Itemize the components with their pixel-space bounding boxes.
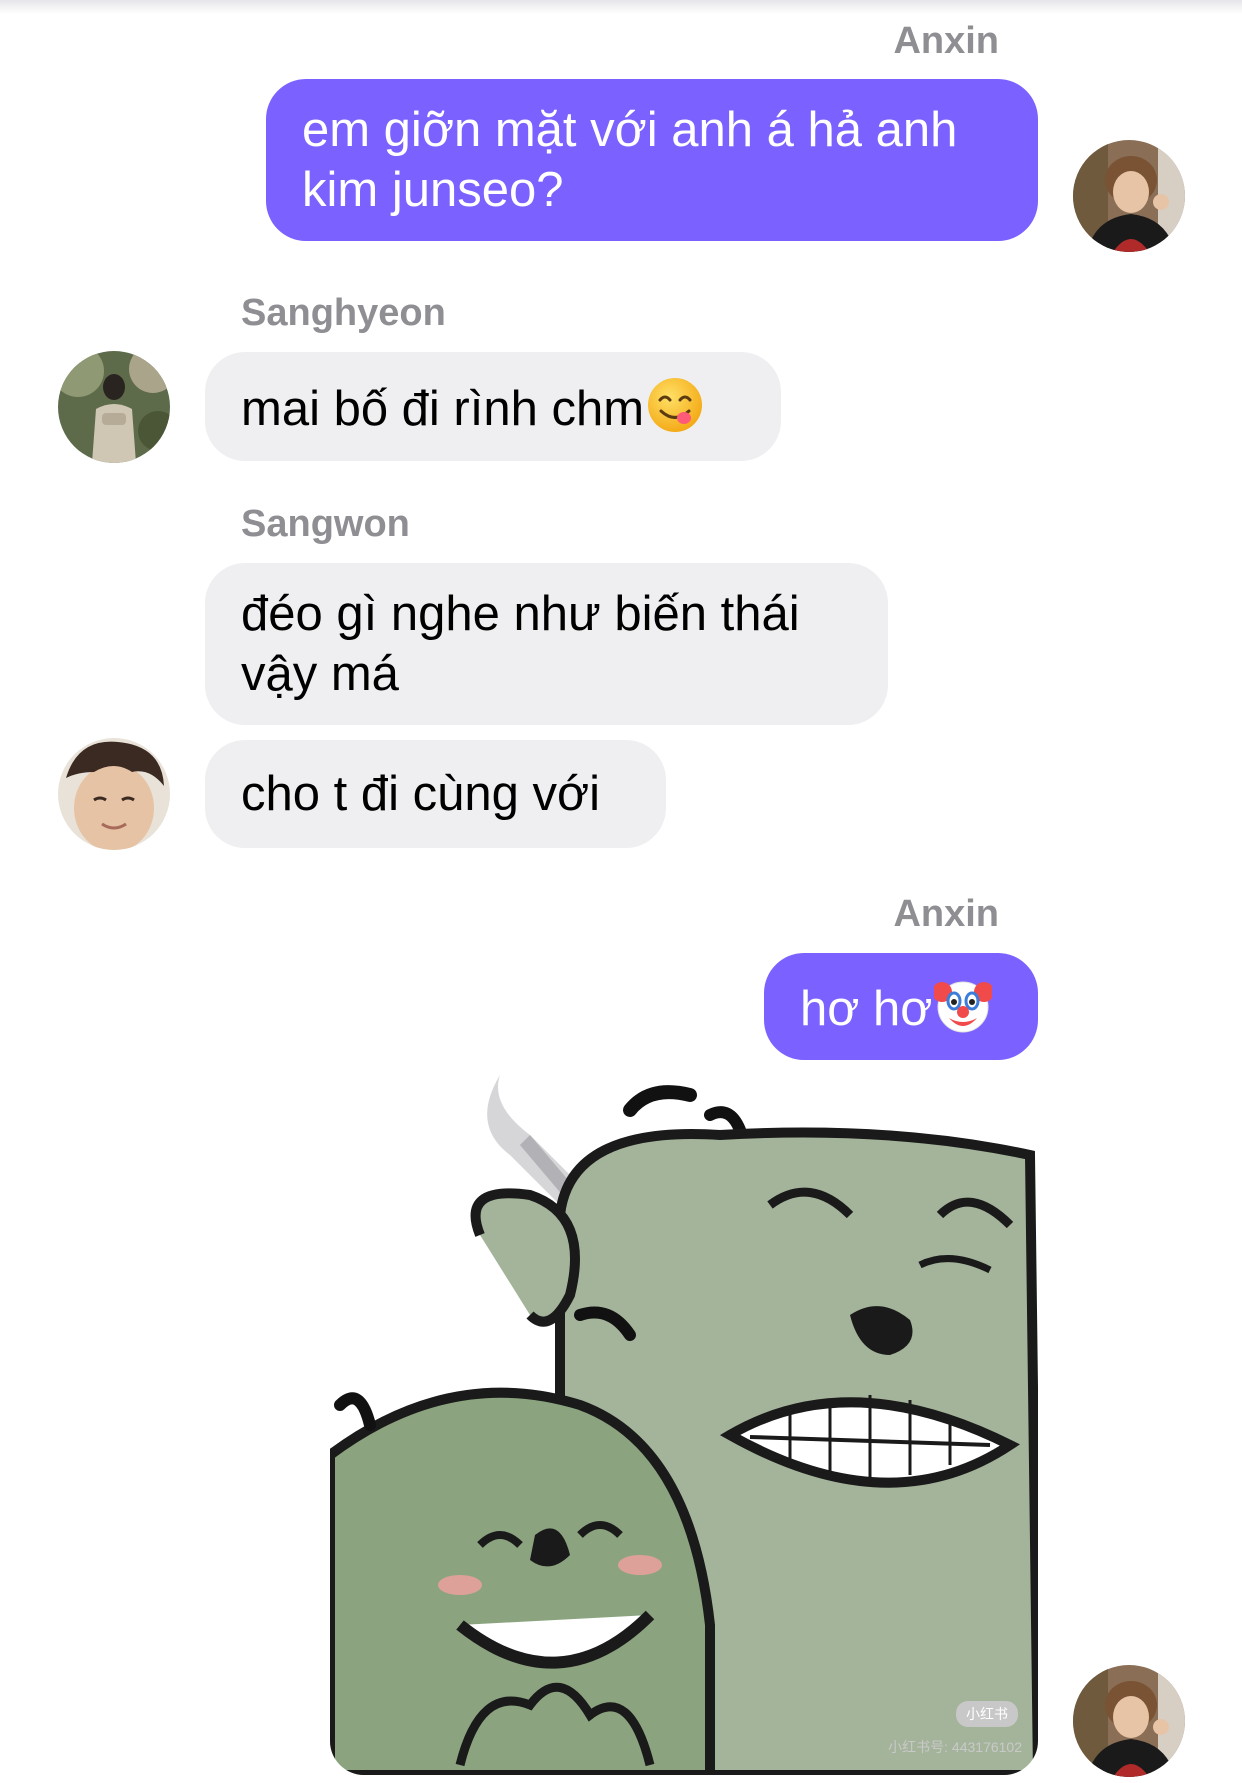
message-bubble-incoming[interactable]: mai bố đi rình chm (205, 352, 781, 461)
message-text: đéo gì nghe như biến thái vậy má (241, 587, 800, 701)
avatar-anxin[interactable] (1073, 1665, 1185, 1777)
clown-face-emoji (932, 976, 995, 1048)
yum-face-emoji (646, 376, 704, 448)
message-text: cho t đi cùng với (241, 767, 600, 821)
message-text: mai bố đi rình chm (241, 381, 645, 436)
avatar-sanghyeon[interactable] (58, 351, 170, 463)
watermark-text: 小红书号: 443176102 (888, 1739, 1022, 1755)
message-bubble-outgoing[interactable]: hơ hơ (764, 953, 1038, 1060)
sender-name-sanghyeon: Sanghyeon (241, 292, 446, 334)
avatar-anxin[interactable] (1073, 140, 1185, 252)
top-shadow (0, 0, 1242, 14)
sticker-image[interactable]: 小红书 小红书号: 443176102 (330, 1065, 1038, 1775)
sender-name-anxin: Anxin (893, 893, 999, 935)
message-bubble-outgoing[interactable]: em giỡn mặt với anh á hả anh kim junseo? (266, 79, 1038, 241)
watermark-badge: 小红书 (956, 1701, 1018, 1727)
avatar-sangwon[interactable] (58, 738, 170, 850)
message-text: hơ hơ (800, 981, 933, 1036)
sender-name-anxin: Anxin (893, 20, 999, 62)
message-bubble-incoming[interactable]: cho t đi cùng với (205, 740, 666, 848)
sender-name-sangwon: Sangwon (241, 503, 410, 545)
message-bubble-incoming[interactable]: đéo gì nghe như biến thái vậy má (205, 563, 888, 725)
message-text: em giỡn mặt với anh á hả anh kim junseo? (302, 103, 958, 217)
